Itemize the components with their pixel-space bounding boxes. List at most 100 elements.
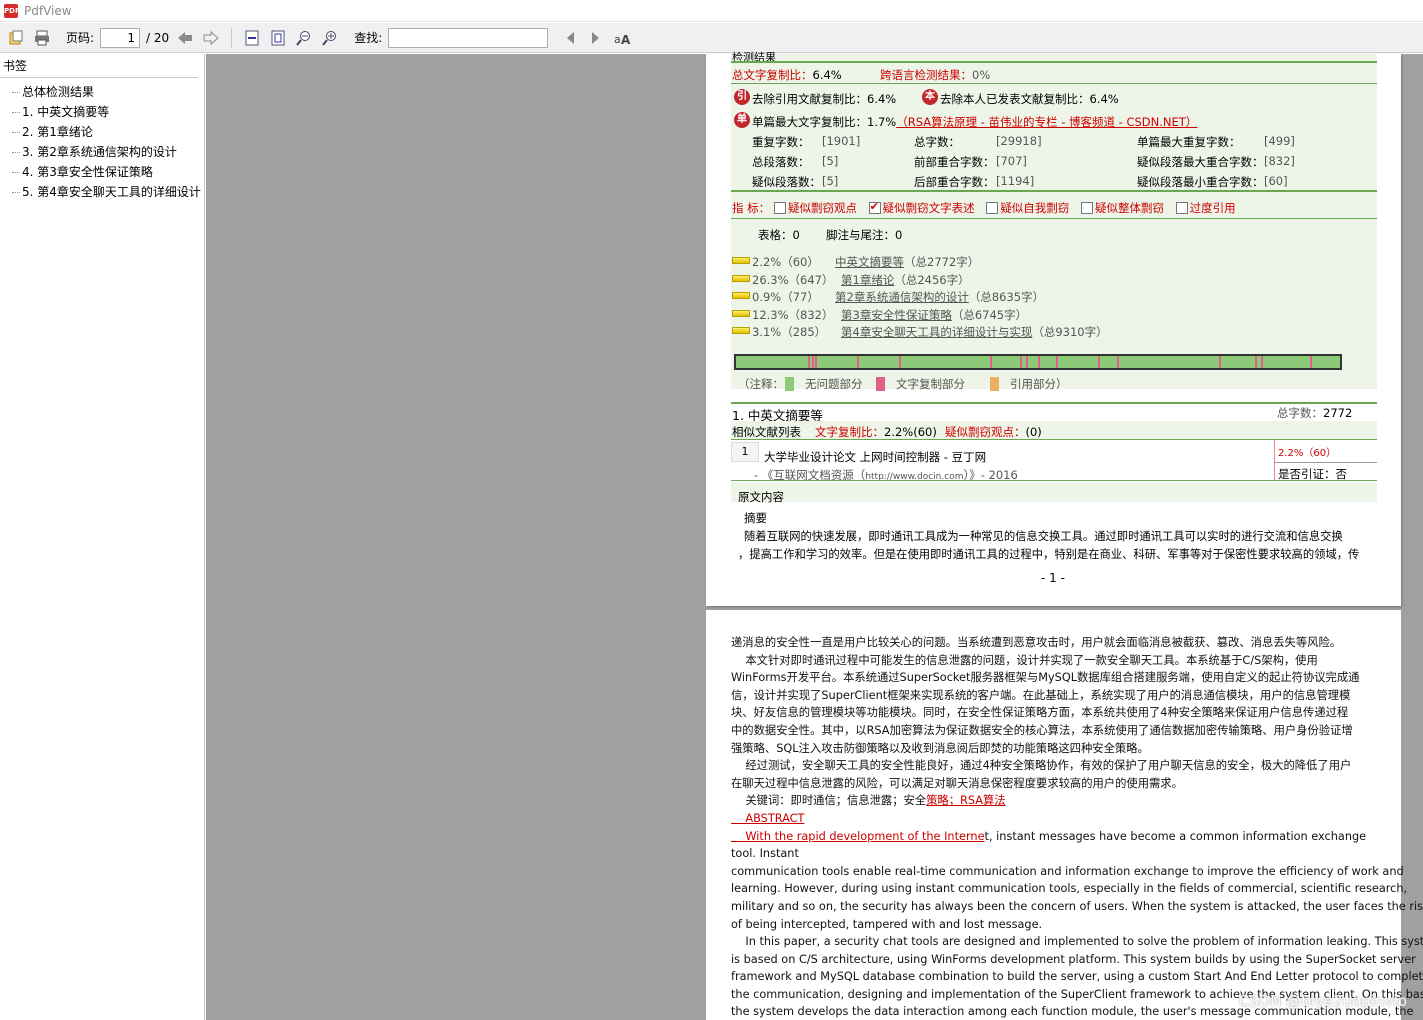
body-line: 强策略、SQL注入攻击防御策略以及收到消息阅后即焚的功能策略这四种安全策略。 <box>731 741 1149 755</box>
section-pct: 12.3%（832） <box>752 307 834 322</box>
fit-page-icon[interactable] <box>268 28 288 48</box>
section-link-row: 第1章绪论（总2456字） <box>841 272 970 288</box>
divider <box>731 480 1377 481</box>
prev-page-icon[interactable] <box>175 28 195 48</box>
section-link-row: 第4章安全聊天工具的详细设计与实现（总9310字） <box>841 324 1108 340</box>
abstract-en-heading: ABSTRACT <box>731 811 805 825</box>
section-total: （总2772字） <box>904 255 980 269</box>
copy-mark <box>1309 356 1312 368</box>
bookmark-item[interactable]: 1. 中英文摘要等 <box>8 102 204 122</box>
bookmark-item[interactable]: 2. 第1章绪论 <box>8 122 204 142</box>
indicator-checkbox[interactable] <box>868 200 881 214</box>
similar-list-label: 相似文献列表 <box>732 425 801 439</box>
total-copy-label: 总文字复制比： <box>732 68 813 82</box>
keywords-highlight: 策略；RSA算法 <box>926 794 1006 808</box>
section-link[interactable]: 第4章安全聊天工具的详细设计与实现 <box>841 325 1032 339</box>
next-page-icon[interactable] <box>201 28 221 48</box>
cross-lang-value: 0% <box>972 68 991 82</box>
divider <box>731 402 1377 404</box>
page-total: / 20 <box>146 30 170 45</box>
title-bar: PDF PdfView <box>0 0 1423 22</box>
section-pct: 26.3%（647） <box>752 272 834 287</box>
pdf-page-1: 检测结果 总文字复制比：6.4% 跨语言检测结果：0% 引 去除引用文献复制比：… <box>706 51 1401 606</box>
body-line-en: framework and MySQL database combination… <box>731 970 1423 984</box>
self-icon: 本 <box>922 89 938 105</box>
section-link[interactable]: 中英文摘要等 <box>835 255 904 269</box>
indicator-checkbox[interactable] <box>774 202 786 214</box>
section-pct: 3.1%（285） <box>752 325 827 340</box>
section-pct: 0.9%（77） <box>752 290 819 305</box>
bookmark-tree: 总体检测结果 1. 中英文摘要等 2. 第1章绪论 3. 第2章系统通信架构的设… <box>0 78 204 202</box>
copy-mark <box>1219 356 1222 368</box>
body-line-en: military and so on, the security has alw… <box>731 899 1423 913</box>
open-file-icon[interactable] <box>6 28 26 48</box>
page2-cn-lines: 递消息的安全性一直是用户比较关心的问题。当系统遭到恶意攻击时，用户就会面临消息被… <box>731 634 1376 792</box>
abstract-line: 随着互联网的快速发展，即时通讯工具成为一种常见的信息交换工具。通过即时通讯工具可… <box>744 530 1343 543</box>
original-label: 原文内容 <box>738 490 784 504</box>
en-first-line: With the rapid development of the Intern… <box>731 828 1376 863</box>
section-total: （总9310字） <box>1032 325 1108 340</box>
body-line-en: learning. However, during using instant … <box>731 882 1408 896</box>
document-viewport[interactable]: 检测结果 总文字复制比：6.4% 跨语言检测结果：0% 引 去除引用文献复制比：… <box>206 51 1423 1020</box>
indicator-checkbox[interactable] <box>986 202 999 214</box>
single-icon: 单 <box>734 112 750 128</box>
copy-mark <box>1098 356 1101 368</box>
copy-mark <box>1255 356 1258 368</box>
section-pct: 2.2%（60） <box>752 255 819 269</box>
bookmark-item[interactable]: 总体检测结果 <box>8 82 204 102</box>
cross-lang-label: 跨语言检测结果： <box>880 68 972 82</box>
en-highlight: With the rapid development of the Intern… <box>731 829 985 843</box>
section-link[interactable]: 第3章安全性保证策略 <box>841 308 952 322</box>
cite-icon: 引 <box>734 89 750 105</box>
legend-cite-swatch <box>990 377 999 391</box>
abstract-line: ，提高工作和学习的效率。但是在使用即时通讯工具的过程中，特别是在商业、科研、军事… <box>738 548 1360 561</box>
find-prev-icon[interactable] <box>560 28 580 48</box>
page-label: 页码: <box>66 31 95 45</box>
legend-copy-label: 文字复制部分 <box>896 377 965 391</box>
copy-mark <box>1019 356 1022 368</box>
svg-text:a: a <box>614 33 621 46</box>
section-bar-icon <box>732 292 750 300</box>
body-line: 中的数据安全性。其中，以RSA加密算法为保证数据安全的核心算法，本系统使用了通信… <box>731 723 1353 737</box>
section-link[interactable]: 第2章系统通信架构的设计 <box>835 290 969 304</box>
original-header-box <box>731 482 1377 502</box>
body-line: 在聊天过程中信息泄露的风险，可以满足对聊天消息保密程度要求较高的用户的使用需求。 <box>731 776 1183 790</box>
find-input[interactable] <box>388 27 549 48</box>
copy-mark <box>989 356 992 368</box>
pdf-app-icon: PDF <box>4 3 20 18</box>
section-bar-icon <box>732 309 750 317</box>
zoom-out-icon[interactable] <box>294 28 314 48</box>
total-copy-value: 6.4% <box>812 68 842 82</box>
stat-label: 后部重合字数： <box>914 175 995 189</box>
page-number-input[interactable] <box>100 27 141 48</box>
ref-title[interactable]: 大学毕业设计论文 上网时间控制器 - 豆丁网 <box>764 449 986 465</box>
indicator-checkbox[interactable] <box>1175 202 1188 214</box>
print-icon[interactable] <box>32 28 52 48</box>
divider <box>731 83 1377 84</box>
section-link[interactable]: 第1章绪论 <box>841 273 894 287</box>
exclude-self-label: 去除本人已发表文献复制比： <box>940 92 1090 106</box>
bookmark-item[interactable]: 4. 第3章安全性保证策略 <box>8 162 204 182</box>
copy-mark <box>899 356 902 368</box>
bookmark-item[interactable]: 3. 第2章系统通信架构的设计 <box>8 142 204 162</box>
legend-prefix: （注释： <box>738 377 784 391</box>
legend-ok-swatch <box>785 377 794 391</box>
stat-value: [5] <box>822 174 839 188</box>
body-line-en: of being intercepted, tampered with and … <box>731 917 1043 931</box>
match-case-icon[interactable]: aA <box>612 28 632 48</box>
fit-width-icon[interactable] <box>242 28 262 48</box>
keywords-line: 关键词：即时通信；信息泄露；安全策略；RSA算法 <box>731 792 1376 810</box>
copy-mark <box>1261 356 1264 368</box>
stat-value: [1901] <box>822 134 861 148</box>
divider <box>731 61 1377 63</box>
find-next-icon[interactable] <box>586 28 606 48</box>
bookmark-item[interactable]: 5. 第4章安全聊天工具的详细设计 <box>8 182 204 202</box>
body-line: 本文针对即时通讯过程中可能发生的信息泄露的问题，设计并实现了一款安全聊天工具。本… <box>731 653 1318 667</box>
body-line: 递消息的安全性一直是用户比较关心的问题。当系统遭到恶意攻击时，用户就会面临消息被… <box>731 636 1342 649</box>
single-max-source[interactable]: （RSA算法原理 - 苗伟业的专栏 - 博客频道 - CSDN.NET） <box>896 115 1197 129</box>
similar-copy-value: 2.2%(60) <box>884 425 937 439</box>
stat-label: 总字数： <box>914 135 960 149</box>
zoom-in-icon[interactable] <box>320 28 340 48</box>
indicator-checkbox[interactable] <box>1080 202 1093 214</box>
bookmarks-title: 书签 <box>0 54 198 78</box>
